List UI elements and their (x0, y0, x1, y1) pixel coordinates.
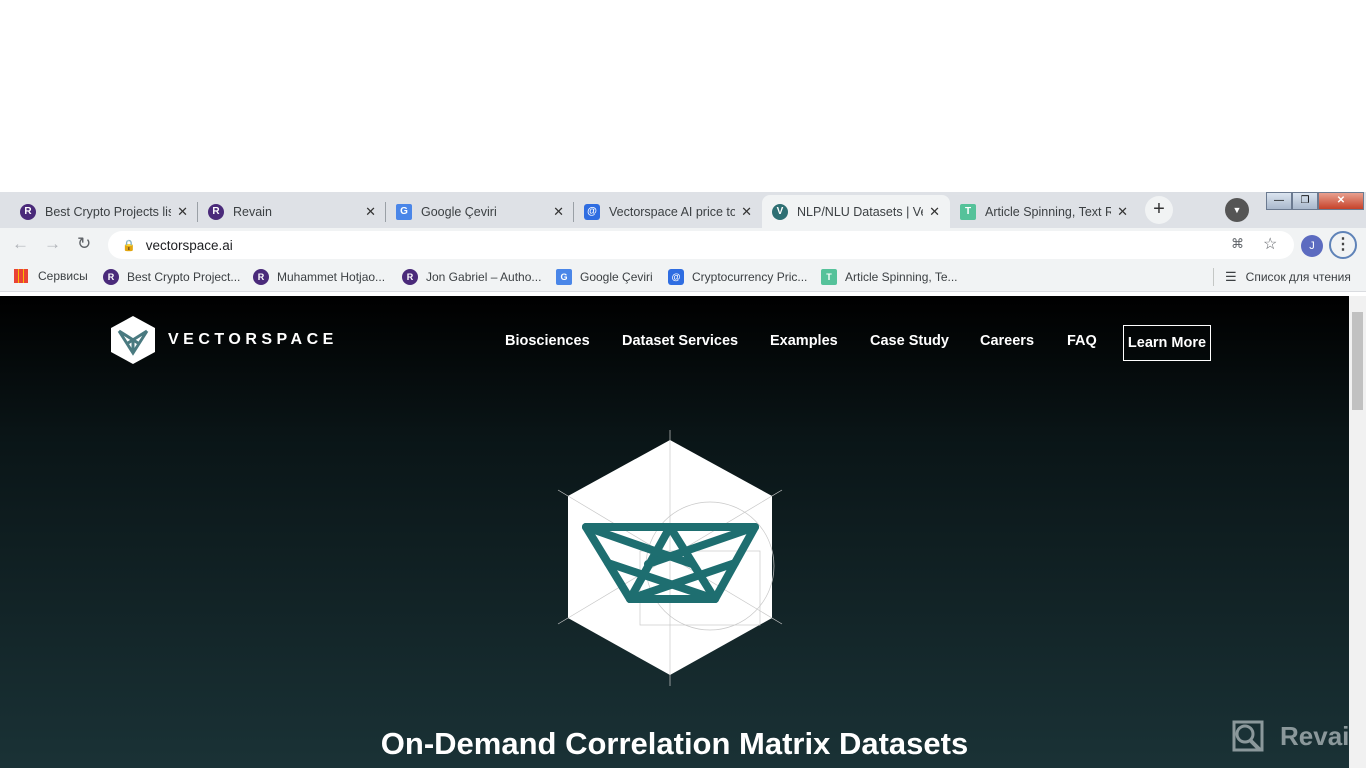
toolbar: ← → ↻ 🔒 vectorspace.ai ⌘ ☆ J ⋮ (0, 228, 1366, 262)
apps-grid-icon (14, 269, 28, 283)
bookmark-apps[interactable]: Сервисы (14, 269, 88, 283)
bookmark-item[interactable]: R Best Crypto Project... (103, 269, 240, 285)
close-tab-icon[interactable]: ✕ (365, 204, 376, 220)
bookmark-item[interactable]: @ Cryptocurrency Pric... (668, 269, 807, 285)
forward-icon[interactable]: → (44, 234, 61, 254)
reading-list-label: Список для чтения (1245, 270, 1351, 284)
bookmark-star-icon[interactable]: ☆ (1263, 234, 1277, 254)
bookmark-label: Cryptocurrency Pric... (692, 270, 808, 284)
reading-list-button[interactable]: ☰ Список для чтения (1225, 269, 1351, 285)
bookmark-label: Muhammet Hotjao... (277, 270, 386, 284)
minimize-button[interactable]: — (1266, 192, 1292, 210)
tab-article-spinning[interactable]: T Article Spinning, Text Rewriter ✕ (950, 195, 1138, 228)
revain-watermark: Revain (1232, 720, 1349, 752)
url-text: vectorspace.ai (145, 237, 233, 253)
bookmark-item[interactable]: R Jon Gabriel – Autho... (402, 269, 541, 285)
tab-google-translate[interactable]: G Google Çeviri ✕ (386, 195, 574, 228)
close-tab-icon[interactable]: ✕ (929, 204, 940, 220)
tab-title: Article Spinning, Text Rewriter (985, 204, 1112, 219)
article-spinning-icon: T (821, 269, 837, 285)
tab-best-crypto[interactable]: R Best Crypto Projects list ✕ (10, 195, 198, 228)
vectorspace-logo-icon (111, 316, 155, 364)
google-translate-icon: G (556, 269, 572, 285)
restore-button[interactable]: ❐ (1292, 192, 1318, 210)
nav-examples[interactable]: Examples (770, 333, 838, 349)
google-translate-icon: G (396, 203, 412, 220)
tab-title: Vectorspace AI price to (609, 204, 736, 219)
address-bar[interactable]: 🔒 vectorspace.ai (108, 231, 1294, 259)
hero-hexagon-graphic (557, 430, 783, 686)
bookmarks-bar: Сервисы R Best Crypto Project... R Muhamme… (0, 262, 1366, 292)
coinmarketcap-icon: @ (584, 203, 600, 220)
close-tab-icon[interactable]: ✕ (1117, 204, 1128, 220)
revain-favicon-icon: R (20, 203, 36, 220)
bookmark-label: Сервисы (38, 269, 88, 283)
bookmark-item[interactable]: T Article Spinning, Te... (821, 269, 958, 285)
divider (1213, 268, 1214, 286)
tab-title: Revain (233, 204, 272, 219)
logo-text: VECTORSPACE (168, 331, 338, 348)
revain-favicon-icon: R (208, 203, 224, 220)
revain-watermark-text: Revain (1280, 720, 1349, 751)
revain-favicon-icon: R (253, 269, 269, 285)
nav-case-study[interactable]: Case Study (870, 333, 949, 349)
close-tab-icon[interactable]: ✕ (553, 204, 564, 220)
close-tab-icon[interactable]: ✕ (177, 204, 188, 220)
revain-logo-icon (1232, 720, 1264, 752)
revain-favicon-icon: R (103, 269, 119, 285)
vectorspace-logo[interactable]: VECTORSPACE (110, 315, 338, 365)
translate-icon[interactable]: ⌘ (1231, 236, 1244, 252)
hero-title: On-Demand Correlation Matrix Datasets (380, 726, 969, 761)
webpage: VECTORSPACE Biosciences Dataset Services… (0, 296, 1349, 768)
bookmark-label: Jon Gabriel – Autho... (426, 270, 542, 284)
back-icon[interactable]: ← (12, 234, 29, 254)
coinmarketcap-icon: @ (668, 269, 684, 285)
reading-list-icon: ☰ (1225, 269, 1237, 284)
reload-icon[interactable]: ↻ (77, 234, 91, 254)
window-controls: — ❐ ✕ (1266, 192, 1364, 210)
nav-careers[interactable]: Careers (980, 333, 1034, 349)
bookmark-label: Best Crypto Project... (127, 270, 241, 284)
tab-title: NLP/NLU Datasets | Vectorspace (797, 204, 923, 219)
nav-biosciences[interactable]: Biosciences (505, 333, 590, 349)
lock-icon: 🔒 (122, 239, 136, 252)
scrollbar-thumb[interactable] (1352, 312, 1363, 410)
bookmark-label: Google Çeviri (580, 270, 653, 284)
menu-kebab-icon[interactable]: ⋮ (1329, 231, 1357, 259)
tab-title: Google Çeviri (421, 204, 497, 219)
revain-favicon-icon: R (402, 269, 418, 285)
bookmark-label: Article Spinning, Te... (845, 270, 958, 284)
nav-faq[interactable]: FAQ (1067, 333, 1097, 349)
learn-more-button[interactable]: Learn More (1123, 325, 1211, 361)
tab-vectorspace-price[interactable]: @ Vectorspace AI price to ✕ (574, 195, 762, 228)
page-scrollbar[interactable] (1349, 296, 1366, 768)
close-window-button[interactable]: ✕ (1318, 192, 1364, 210)
vectorspace-favicon-icon: V (772, 203, 788, 220)
tab-nlp-datasets[interactable]: V NLP/NLU Datasets | Vectorspace ✕ (762, 195, 950, 228)
nav-dataset-services[interactable]: Dataset Services (622, 333, 738, 349)
bookmark-item[interactable]: G Google Çeviri (556, 269, 653, 285)
tab-title: Best Crypto Projects list (45, 204, 172, 219)
bookmark-item[interactable]: R Muhammet Hotjao... (253, 269, 385, 285)
close-tab-icon[interactable]: ✕ (741, 204, 752, 220)
tab-search-icon[interactable]: ▼ (1225, 198, 1249, 222)
tab-revain[interactable]: R Revain ✕ (198, 195, 386, 228)
article-spinning-icon: T (960, 203, 976, 220)
new-tab-button[interactable]: + (1145, 196, 1173, 224)
profile-avatar[interactable]: J (1301, 235, 1323, 257)
